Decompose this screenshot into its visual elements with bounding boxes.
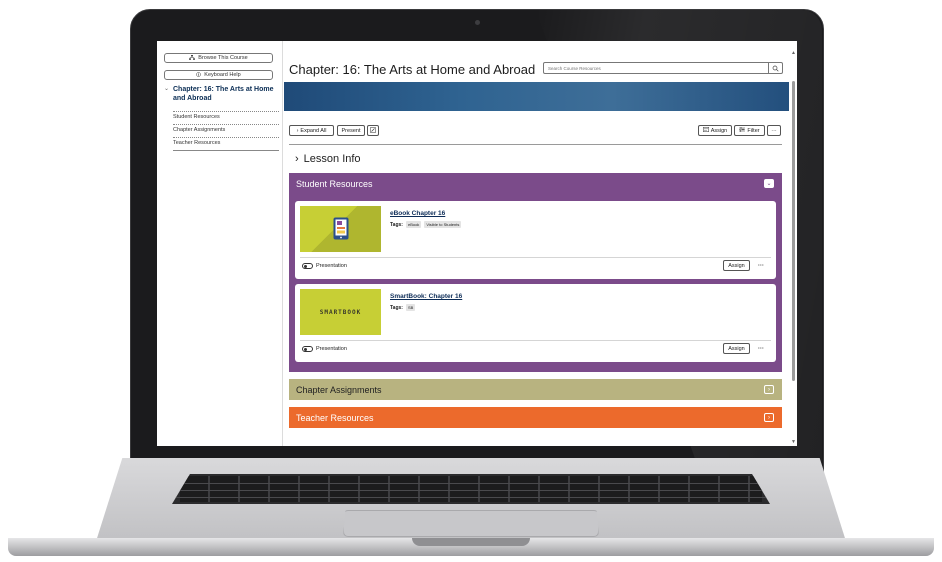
page-title: Chapter: 16: The Arts at Home and Abroad — [289, 62, 536, 77]
search-icon[interactable] — [768, 62, 782, 74]
chapter-assignments-section[interactable]: Chapter Assignments › — [289, 379, 782, 400]
keyboard-help-button[interactable]: Keyboard Help — [164, 70, 273, 80]
laptop-notch — [412, 538, 530, 546]
chevron-right-icon[interactable]: › — [764, 413, 774, 422]
resource-title-link[interactable]: SmartBook: Chapter 16 — [390, 293, 462, 300]
filter-label: Filter — [747, 127, 760, 134]
nav-divider — [173, 124, 279, 125]
keyboard — [172, 474, 770, 504]
edit-icon — [370, 126, 376, 135]
tags-label: Tags: — [390, 304, 403, 311]
tag-badge: eBook — [405, 221, 422, 228]
toggle-switch-icon[interactable] — [302, 346, 313, 352]
lesson-info-label: Lesson Info — [303, 153, 361, 165]
present-label: Present — [341, 127, 361, 134]
search-box[interactable] — [543, 62, 783, 74]
toolbar-divider — [289, 144, 782, 145]
resource-card-ebook: eBook Chapter 16 Tags: eBook Visible to … — [295, 201, 776, 279]
chapter-banner — [284, 82, 789, 111]
nav-divider — [173, 137, 279, 138]
expand-all-button[interactable]: › Expand All — [289, 125, 334, 136]
main-content: Chapter: 16: The Arts at Home and Abroad… — [284, 41, 797, 446]
search-input[interactable] — [544, 65, 766, 71]
assign-button[interactable]: Assign — [723, 260, 750, 271]
filter-icon — [739, 127, 746, 134]
resource-tags: Tags: eBook Visible to Students — [390, 221, 462, 228]
card-divider — [300, 340, 771, 341]
presentation-toggle[interactable]: Presentation — [302, 346, 347, 352]
scrollbar[interactable]: ▲ ▼ — [790, 50, 797, 445]
presentation-toggle[interactable]: Presentation — [302, 263, 347, 269]
nav-chapter-item[interactable]: ⌄ Chapter: 16: The Arts at Home and Abro… — [164, 85, 279, 103]
student-resources-label: Student Resources — [296, 178, 373, 189]
nav-link-student-resources[interactable]: Student Resources — [173, 114, 220, 120]
toggle-switch-icon[interactable] — [302, 263, 313, 269]
card-more-button[interactable]: ··· — [755, 260, 767, 271]
student-resources-section: Student Resources ⌄ eBook Chapter 16 Tag… — [289, 173, 782, 372]
smartbook-logo-text: SMARTBOOK — [319, 309, 362, 316]
webcam-icon — [475, 20, 480, 25]
nav-link-chapter-assignments[interactable]: Chapter Assignments — [173, 127, 225, 133]
chapter-assignments-label: Chapter Assignments — [296, 384, 382, 395]
keyboard-help-label: Keyboard Help — [204, 72, 241, 78]
resource-tags: Tags: SB — [390, 304, 416, 311]
resource-title-link[interactable]: eBook Chapter 16 — [390, 210, 445, 217]
course-sidebar: Browse This Course Keyboard Help ⌄ Chapt… — [157, 41, 283, 446]
expand-all-label: Expand All — [300, 127, 327, 134]
card-more-button[interactable]: ··· — [755, 343, 767, 354]
scroll-down-icon[interactable]: ▼ — [791, 439, 796, 445]
scroll-thumb[interactable] — [792, 81, 795, 381]
nav-chapter-label: Chapter: 16: The Arts at Home and Abroad — [173, 86, 274, 102]
scroll-up-icon[interactable]: ▲ — [791, 50, 796, 56]
assign-button[interactable]: Assign — [723, 343, 750, 354]
card-divider — [300, 257, 771, 258]
chevron-right-icon: › — [295, 153, 299, 165]
filter-button[interactable]: Filter — [734, 125, 765, 136]
assign-icon — [702, 127, 709, 134]
ebook-thumbnail[interactable] — [300, 206, 381, 252]
laptop-screen: Browse This Course Keyboard Help ⌄ Chapt… — [157, 41, 797, 446]
browse-course-button[interactable]: Browse This Course — [164, 53, 273, 63]
nav-divider — [173, 150, 279, 151]
browse-course-label: Browse This Course — [198, 55, 248, 61]
assign-toolbar-button[interactable]: Assign — [698, 125, 732, 136]
more-options-button[interactable]: ··· — [767, 125, 781, 136]
chevron-right-icon: › — [296, 127, 299, 134]
chevron-right-icon[interactable]: › — [764, 385, 774, 394]
laptop-mockup: Browse This Course Keyboard Help ⌄ Chapt… — [0, 0, 942, 562]
resource-card-smartbook: SMARTBOOK SmartBook: Chapter 16 Tags: SB… — [295, 284, 776, 362]
present-button[interactable]: Present — [337, 125, 365, 136]
tablet-icon — [333, 217, 349, 240]
teacher-resources-label: Teacher Resources — [296, 412, 374, 423]
lesson-info-toggle[interactable]: › Lesson Info — [295, 153, 361, 165]
sitemap-icon — [189, 54, 196, 62]
collapse-chevron-icon[interactable]: ⌄ — [764, 179, 774, 188]
chevron-down-icon: ⌄ — [164, 86, 170, 92]
presentation-label: Presentation — [316, 263, 347, 269]
tag-badge: SB — [405, 304, 416, 311]
nav-divider — [173, 111, 279, 112]
info-icon — [196, 71, 202, 79]
trackpad — [343, 510, 599, 537]
tag-badge: Visible to Students — [424, 221, 462, 228]
assign-toolbar-label: Assign — [710, 127, 728, 134]
nav-link-teacher-resources[interactable]: Teacher Resources — [173, 140, 220, 146]
tags-label: Tags: — [390, 221, 403, 228]
more-options-label: ··· — [771, 127, 777, 134]
presentation-label: Presentation — [316, 346, 347, 352]
student-resources-header[interactable]: Student Resources ⌄ — [289, 173, 782, 194]
teacher-resources-section[interactable]: Teacher Resources › — [289, 407, 782, 428]
smartbook-thumbnail[interactable]: SMARTBOOK — [300, 289, 381, 335]
edit-button[interactable] — [367, 125, 379, 136]
